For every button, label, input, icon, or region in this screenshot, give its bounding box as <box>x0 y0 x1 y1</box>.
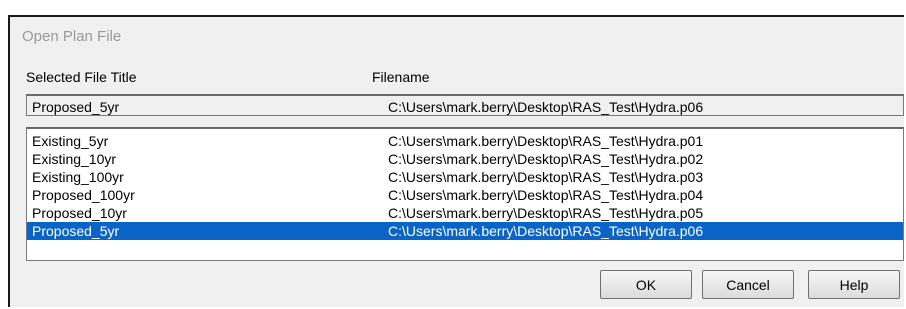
plan-list-row[interactable]: Existing_5yr C:\Users\mark.berry\Desktop… <box>27 132 903 150</box>
plan-filename: C:\Users\mark.berry\Desktop\RAS_Test\Hyd… <box>388 133 704 149</box>
column-header-filename: Filename <box>372 69 430 85</box>
column-header-title: Selected File Title <box>26 69 137 85</box>
plan-list-row[interactable]: Proposed_5yr C:\Users\mark.berry\Desktop… <box>27 222 903 240</box>
plan-list[interactable]: Existing_5yr C:\Users\mark.berry\Desktop… <box>26 127 904 261</box>
plan-list-row[interactable]: Proposed_100yr C:\Users\mark.berry\Deskt… <box>27 186 903 204</box>
plan-title: Existing_10yr <box>32 151 117 167</box>
plan-filename: C:\Users\mark.berry\Desktop\RAS_Test\Hyd… <box>388 187 704 203</box>
plan-title: Proposed_100yr <box>32 187 135 203</box>
plan-title: Proposed_5yr <box>32 223 120 239</box>
plan-filename: C:\Users\mark.berry\Desktop\RAS_Test\Hyd… <box>388 223 704 239</box>
plan-title: Proposed_10yr <box>32 205 127 221</box>
plan-list-row[interactable]: Existing_10yr C:\Users\mark.berry\Deskto… <box>27 150 903 168</box>
cancel-button[interactable]: Cancel <box>702 270 794 299</box>
ok-button[interactable]: OK <box>600 270 692 299</box>
dialog-title: Open Plan File <box>22 28 122 45</box>
title-bar[interactable]: Open Plan File <box>10 17 904 47</box>
plan-title: Existing_100yr <box>32 169 124 185</box>
plan-list-row[interactable]: Existing_100yr C:\Users\mark.berry\Deskt… <box>27 168 903 186</box>
plan-filename: C:\Users\mark.berry\Desktop\RAS_Test\Hyd… <box>388 205 704 221</box>
plan-list-row[interactable]: Proposed_10yr C:\Users\mark.berry\Deskto… <box>27 204 903 222</box>
open-plan-file-dialog: Open Plan File Selected File Title Filen… <box>8 15 904 307</box>
selected-plan-field: Proposed_5yr C:\Users\mark.berry\Desktop… <box>26 94 904 116</box>
selected-plan-filename: C:\Users\mark.berry\Desktop\RAS_Test\Hyd… <box>388 99 704 115</box>
selected-plan-title: Proposed_5yr <box>32 99 120 115</box>
plan-title: Existing_5yr <box>32 133 109 149</box>
plan-filename: C:\Users\mark.berry\Desktop\RAS_Test\Hyd… <box>388 169 704 185</box>
plan-filename: C:\Users\mark.berry\Desktop\RAS_Test\Hyd… <box>388 151 704 167</box>
help-button[interactable]: Help <box>808 270 900 299</box>
